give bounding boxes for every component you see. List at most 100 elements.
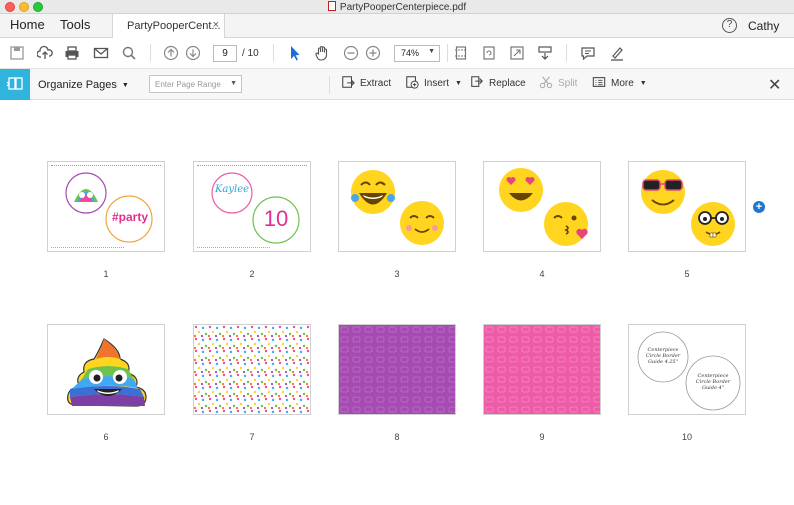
zoom-dropdown[interactable]: 74% ▼: [394, 45, 440, 62]
full-screen-icon[interactable]: [509, 45, 525, 61]
chevron-down-icon: ▼: [121, 82, 129, 89]
page-footer-text: [197, 247, 270, 248]
main-toolbar: 9 / 10 74% ▼: [0, 38, 794, 69]
more-icon: [592, 77, 606, 87]
rotate-view-icon[interactable]: [481, 45, 497, 61]
tab-document[interactable]: PartyPooperCent... ×: [112, 14, 225, 38]
zoom-value: 74%: [401, 48, 420, 58]
tab-tools[interactable]: Tools: [60, 17, 90, 32]
page-thumbnail-grid: #party 1 Kaylee 10 2 3 4 5 + 6 7 8 9 Cen…: [0, 100, 794, 505]
page-thumbnail-4[interactable]: [483, 161, 601, 252]
organize-pages-toolbar: Organize Pages ▼ Enter Page Range ▼ Extrac…: [0, 69, 794, 160]
more-label: More: [611, 78, 634, 89]
split-button[interactable]: Split: [539, 76, 578, 89]
toolbar-divider: [329, 76, 330, 94]
insert-page-plus-icon[interactable]: +: [753, 201, 765, 213]
page-thumbnail-6[interactable]: [47, 324, 165, 415]
user-menu[interactable]: Cathy: [748, 19, 779, 33]
page-1-artwork: [65, 172, 153, 243]
page-thumbnail-7[interactable]: [193, 324, 311, 415]
page-number-label: 6: [103, 432, 109, 442]
age-text: 10: [263, 206, 289, 231]
page-number-label: 2: [249, 269, 255, 279]
email-icon[interactable]: [93, 45, 109, 61]
save-icon[interactable]: [9, 45, 25, 61]
party-text: #party: [111, 210, 149, 224]
scissors-icon: [539, 76, 553, 89]
laughing-emoji-image: [351, 170, 444, 245]
name-text: Kaylee: [214, 184, 250, 195]
purple-pattern-image: [339, 325, 455, 414]
close-organize-icon[interactable]: ✕: [768, 75, 781, 95]
rainbow-poop-emoji-image: [67, 338, 147, 407]
help-icon[interactable]: ?: [722, 18, 737, 33]
page-number-label: 1: [103, 269, 109, 279]
chevron-down-icon: ▼: [455, 80, 462, 87]
pink-pattern-image: [484, 325, 600, 414]
page-thumbnail-3[interactable]: [338, 161, 456, 252]
toolbar-divider: [150, 44, 151, 62]
extract-button[interactable]: Extract: [342, 76, 392, 89]
page-down-icon[interactable]: [185, 45, 201, 61]
tab-home[interactable]: Home: [10, 17, 45, 32]
fit-page-icon[interactable]: [453, 45, 469, 61]
toolbar-divider: [273, 44, 274, 62]
circle-guides-image: [637, 331, 741, 411]
replace-button[interactable]: Replace: [471, 76, 526, 89]
confetti-pattern-image: [194, 325, 310, 414]
insert-button[interactable]: Insert ▼: [406, 76, 462, 89]
current-page-input[interactable]: 9: [213, 45, 237, 62]
sunglasses-emoji-image: [641, 170, 735, 246]
window-titlebar: PartyPooperCenterpiece.pdf: [0, 0, 794, 14]
page-number-label: 4: [539, 269, 545, 279]
comment-icon[interactable]: [580, 45, 596, 61]
page-number-label: 7: [249, 432, 255, 442]
pdf-file-icon: [327, 1, 336, 11]
extract-icon: [342, 76, 355, 88]
scroll-mode-icon[interactable]: [537, 45, 553, 61]
page-thumbnail-9[interactable]: [483, 324, 601, 415]
highlight-icon[interactable]: [609, 45, 625, 61]
chevron-down-icon: ▼: [639, 80, 647, 87]
insert-label: Insert: [424, 78, 450, 89]
total-pages-label: / 10: [242, 48, 259, 59]
guide-text-small: Centerpiece Circle Border Guide 4": [695, 373, 731, 391]
print-icon[interactable]: [64, 45, 80, 61]
chevron-down-icon: ▼: [428, 48, 435, 55]
close-tab-icon[interactable]: ×: [213, 19, 219, 31]
page-thumbnail-5[interactable]: [628, 161, 746, 252]
window-title-text: PartyPooperCenterpiece.pdf: [339, 2, 467, 13]
page-thumbnail-1[interactable]: #party: [47, 161, 165, 252]
page-thumbnail-2[interactable]: Kaylee 10: [193, 161, 311, 252]
replace-label: Replace: [489, 78, 526, 89]
zoom-in-icon[interactable]: [365, 45, 381, 61]
replace-icon: [471, 76, 483, 87]
zoom-out-icon[interactable]: [343, 45, 359, 61]
tab-bar: Home Tools PartyPooperCent... × ? Cathy: [0, 14, 794, 38]
page-thumbnail-8[interactable]: [338, 324, 456, 415]
page-number-label: 9: [539, 432, 545, 442]
heart-eyes-emoji-image: [499, 168, 588, 246]
window-title: PartyPooperCenterpiece.pdf: [0, 1, 794, 13]
search-icon[interactable]: [121, 45, 137, 61]
page-range-placeholder: Enter Page Range: [155, 80, 221, 89]
organize-pages-title: Organize Pages: [38, 79, 117, 91]
toolbar-divider: [447, 44, 448, 62]
insert-icon: [406, 76, 419, 89]
select-arrow-icon[interactable]: [287, 45, 303, 61]
page-thumbnail-10[interactable]: Centerpiece Circle Border Guide 4.25" Ce…: [628, 324, 746, 415]
page-up-icon[interactable]: [163, 45, 179, 61]
extract-label: Extract: [360, 78, 392, 89]
guide-text-large: Centerpiece Circle Border Guide 4.25": [645, 347, 681, 365]
upload-icon[interactable]: [36, 45, 53, 61]
hand-icon[interactable]: [314, 45, 330, 61]
organize-pages-menu[interactable]: Organize Pages ▼: [38, 79, 129, 91]
page-footer-text: [51, 247, 124, 248]
toolbar-divider: [566, 44, 567, 62]
organize-pages-icon[interactable]: [0, 69, 30, 100]
more-button[interactable]: More ▼: [592, 77, 647, 89]
page-number-label: 5: [684, 269, 690, 279]
page-range-input[interactable]: Enter Page Range ▼: [149, 75, 242, 93]
page-number-label: 10: [681, 432, 692, 442]
split-label: Split: [558, 78, 578, 89]
